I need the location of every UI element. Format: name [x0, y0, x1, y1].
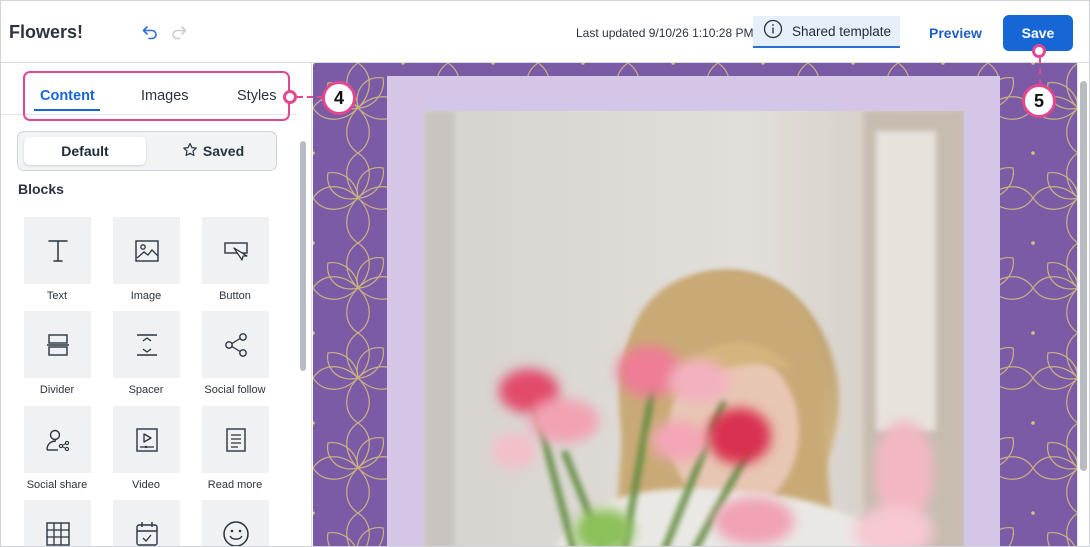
- callout-5-badge: 5: [1022, 84, 1056, 118]
- shared-template-indicator[interactable]: Shared template: [753, 16, 900, 48]
- saved-toggle-button[interactable]: Saved: [154, 137, 272, 165]
- video-icon: [113, 406, 180, 473]
- block-label: Social share: [26, 479, 88, 491]
- social-share-icon: [24, 406, 91, 473]
- image-icon: [113, 217, 180, 284]
- block-label: Button: [219, 290, 251, 302]
- email-canvas[interactable]: [313, 63, 1077, 546]
- default-toggle-button[interactable]: Default: [24, 137, 146, 165]
- emoji-icon: [202, 500, 269, 546]
- read-more-icon: [202, 406, 269, 473]
- redo-icon[interactable]: [168, 21, 190, 43]
- share-icon: [202, 311, 269, 378]
- document-title[interactable]: Flowers!: [9, 22, 83, 43]
- callout-4-anchor: [283, 90, 297, 104]
- block-label: Social follow: [204, 384, 266, 396]
- editor-window: Flowers! Last updated 9/10/26 1:10:28 PM…: [0, 0, 1090, 547]
- block-label: Spacer: [128, 384, 164, 396]
- block-label: Image: [130, 290, 162, 302]
- callout-5-connector: [1039, 58, 1041, 85]
- blocks-heading: Blocks: [18, 181, 64, 197]
- button-icon: [202, 217, 269, 284]
- info-icon: [763, 19, 783, 44]
- undo-icon[interactable]: [139, 21, 161, 43]
- callout-4-connector: [297, 96, 323, 98]
- last-updated-text: Last updated 9/10/26 1:10:28 PM: [576, 26, 754, 40]
- calendar-icon: [113, 500, 180, 546]
- block-label: Video: [132, 479, 160, 491]
- panel-scrollbar-thumb[interactable]: [300, 141, 306, 371]
- top-bar: Flowers! Last updated 9/10/26 1:10:28 PM…: [1, 1, 1089, 63]
- text-icon: [24, 217, 91, 284]
- preview-button[interactable]: Preview: [929, 25, 982, 41]
- hero-image[interactable]: [424, 111, 964, 546]
- callout-5-anchor: [1032, 44, 1046, 58]
- woman-with-tulips-photo: [424, 111, 964, 546]
- spacer-icon: [113, 311, 180, 378]
- content-panel: Content Images Styles Default Saved Bloc…: [1, 63, 312, 546]
- block-label: Text: [46, 290, 68, 302]
- star-icon: [182, 142, 203, 161]
- block-library-toggle: Default Saved: [17, 131, 277, 171]
- divider-icon: [24, 311, 91, 378]
- shared-template-label: Shared template: [792, 23, 892, 39]
- tabs-callout-highlight: [23, 71, 290, 121]
- block-label: Read more: [207, 479, 263, 491]
- table-icon: [24, 500, 91, 546]
- saved-toggle-label: Saved: [202, 143, 245, 159]
- canvas-scrollbar-thumb[interactable]: [1080, 81, 1087, 471]
- block-label: Divider: [39, 384, 75, 396]
- callout-4-badge: 4: [322, 81, 356, 115]
